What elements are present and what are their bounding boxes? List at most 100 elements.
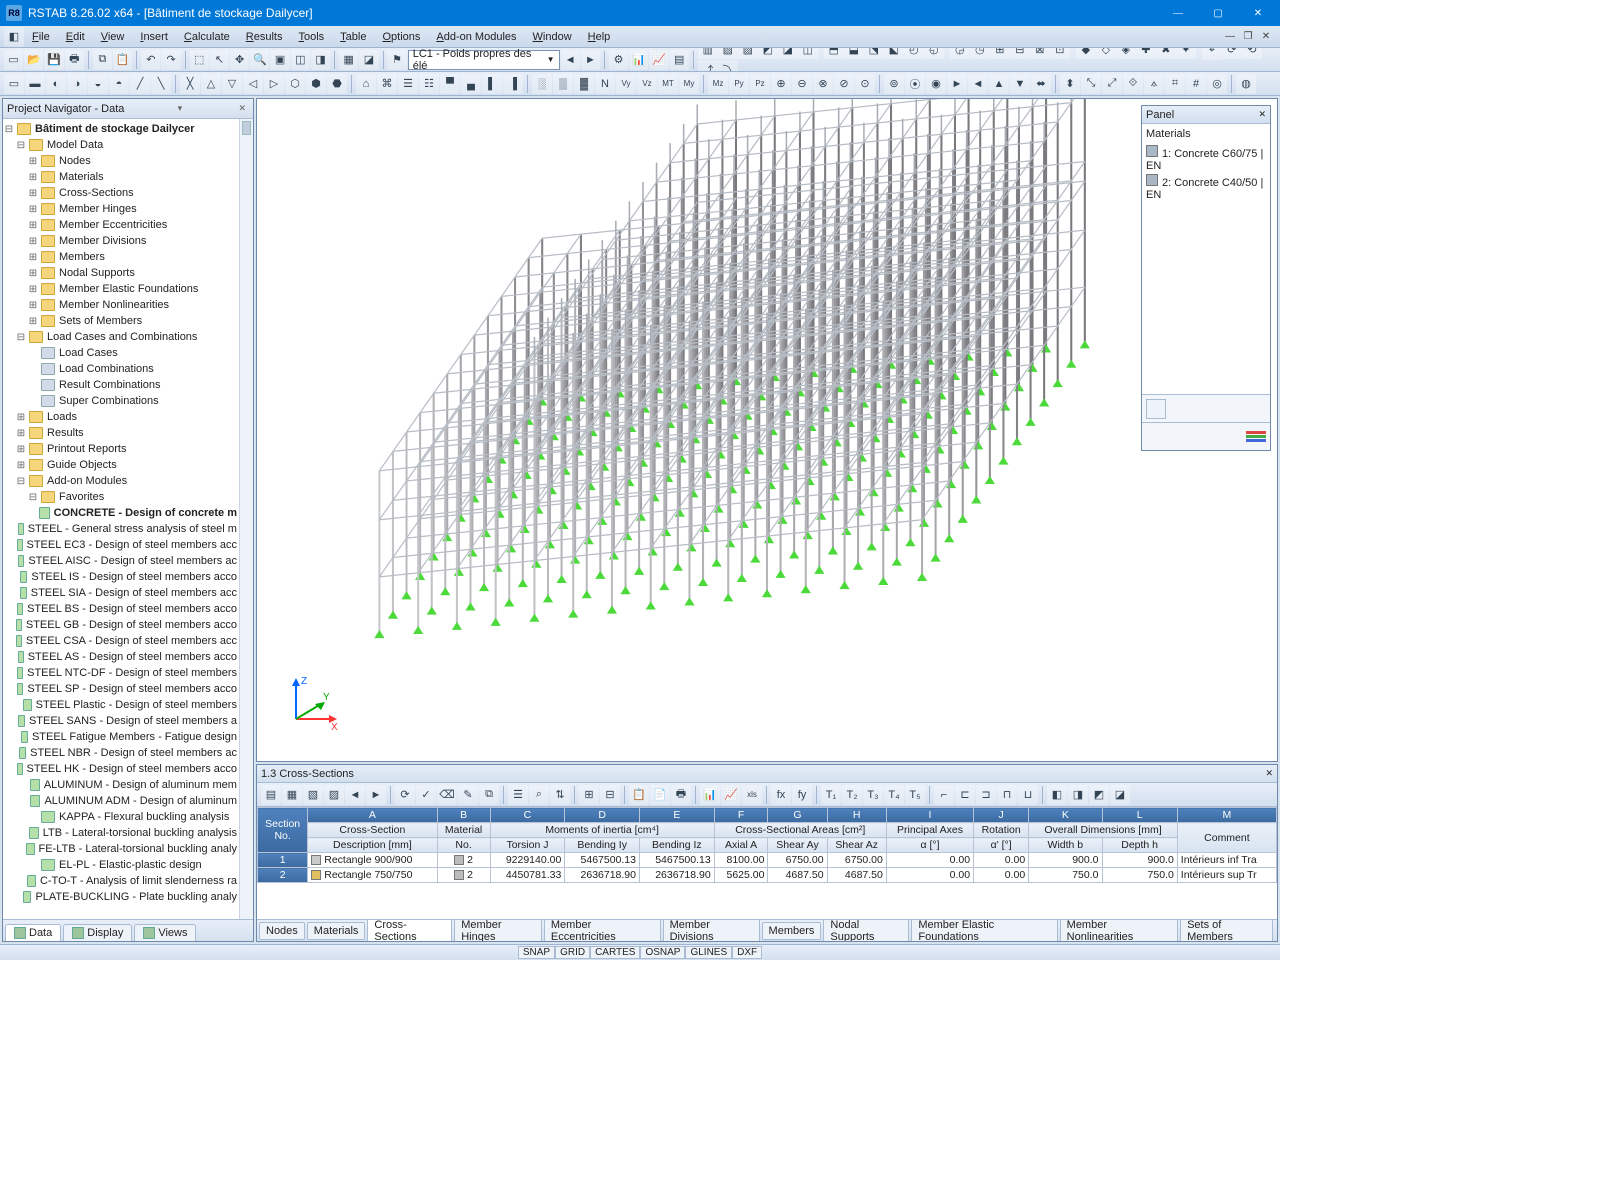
tabletool-33[interactable]: T₃ [863, 785, 883, 805]
tool1-btn-22[interactable]: ✖ [1156, 48, 1176, 59]
tree-steel-aisc-design-of-steel-mem[interactable]: STEEL AISC - Design of steel members ac [3, 553, 253, 569]
tree-aluminum-design-of-aluminum-me[interactable]: ALUMINUM - Design of aluminum mem [3, 777, 253, 793]
tree-steel-sia-design-of-steel-memb[interactable]: STEEL SIA - Design of steel members acc [3, 585, 253, 601]
tabletool-2[interactable]: ▧ [303, 785, 323, 805]
navigator-scrollbar[interactable] [239, 119, 253, 919]
loadcase-combo[interactable]: LC1 - Poids propres des élé▼ [408, 50, 560, 70]
tabletool-40[interactable]: ⊓ [997, 785, 1017, 805]
tool1-btn-26[interactable]: ⟲ [1242, 48, 1262, 59]
tabletool-41[interactable]: ⊔ [1018, 785, 1038, 805]
tree-results[interactable]: ⊞Results [3, 425, 253, 441]
tool2-btn-26[interactable]: ▓ [574, 74, 594, 94]
tree-loads[interactable]: ⊞Loads [3, 409, 253, 425]
tree-steel-sans-design-of-steel-mem[interactable]: STEEL SANS - Design of steel members a [3, 713, 253, 729]
tool2-btn-55[interactable]: ◎ [1207, 74, 1227, 94]
tool2-btn-2[interactable]: ◐ [46, 74, 66, 94]
redo-icon[interactable]: ↷ [161, 50, 180, 70]
tool2-btn-41[interactable]: ⦿ [905, 74, 925, 94]
maximize-button[interactable]: ▢ [1198, 0, 1238, 26]
tabletab-members[interactable]: Members [762, 922, 822, 940]
panel-material-item[interactable]: 1: Concrete C60/75 | EN [1146, 144, 1266, 173]
tabletool-22[interactable]: 🖶 [671, 785, 691, 805]
panel-legend-icon[interactable] [1246, 431, 1266, 443]
tool2-btn-3[interactable]: ◑ [67, 74, 87, 94]
status-snap[interactable]: SNAP [518, 946, 555, 959]
tabletool-20[interactable]: 📋 [629, 785, 649, 805]
tabletool-29[interactable]: fy [792, 785, 812, 805]
tool2-btn-45[interactable]: ▲ [989, 74, 1009, 94]
tabletab-member-divisions[interactable]: Member Divisions [663, 919, 760, 941]
tree-steel-hk-design-of-steel-membe[interactable]: STEEL HK - Design of steel members acco [3, 761, 253, 777]
navigator-pin-icon[interactable]: ▾ [175, 103, 186, 114]
menu-insert[interactable]: Insert [132, 29, 176, 45]
tool2-btn-32[interactable]: Mz [708, 74, 728, 94]
tool2-btn-48[interactable]: ⬍ [1060, 74, 1080, 94]
tree-steel-bs-design-of-steel-membe[interactable]: STEEL BS - Design of steel members acco [3, 601, 253, 617]
tree-load-cases-and-combinations[interactable]: ⊟Load Cases and Combinations [3, 329, 253, 345]
tabletool-38[interactable]: ⊏ [955, 785, 975, 805]
tabletool-28[interactable]: fx [771, 785, 791, 805]
navigator-tree[interactable]: ⊟Bâtiment de stockage Dailycer⊟Model Dat… [3, 119, 253, 919]
tabletab-nodes[interactable]: Nodes [259, 922, 305, 940]
tool1-btn-11[interactable]: ◵ [924, 48, 944, 59]
move-icon[interactable]: ✥ [230, 50, 249, 70]
tabletool-43[interactable]: ◧ [1047, 785, 1067, 805]
tabletool-44[interactable]: ◨ [1068, 785, 1088, 805]
tabletab-member-nonlinearities[interactable]: Member Nonlinearities [1060, 919, 1178, 941]
model-viewport[interactable]: Z X Y Panel✕ Materials 1: Concrete C60/7… [256, 98, 1278, 762]
close-button[interactable]: ✕ [1238, 0, 1278, 26]
tool2-btn-43[interactable]: ► [947, 74, 967, 94]
tool2-btn-21[interactable]: ▄ [461, 74, 481, 94]
tabletool-18[interactable]: ⊟ [600, 785, 620, 805]
open-icon[interactable]: 📂 [24, 50, 43, 70]
tree-steel-sp-design-of-steel-membe[interactable]: STEEL SP - Design of steel members acco [3, 681, 253, 697]
tabletab-materials[interactable]: Materials [307, 922, 366, 940]
tree-steel-as-design-of-steel-membe[interactable]: STEEL AS - Design of steel members acco [3, 649, 253, 665]
tool1-btn-28[interactable]: ⤵ [718, 60, 738, 72]
tool2-btn-27[interactable]: N [595, 74, 615, 94]
tool2-btn-40[interactable]: ⊚ [884, 74, 904, 94]
tool1-btn-3[interactable]: ◩ [758, 48, 778, 59]
tool1-btn-15[interactable]: ⊟ [1010, 48, 1030, 59]
tabletool-7[interactable]: ⟳ [395, 785, 415, 805]
tool1-btn-27[interactable]: ⤴ [698, 60, 718, 72]
navigator-close-icon[interactable]: ✕ [235, 103, 249, 114]
tool1-btn-1[interactable]: ▧ [718, 48, 738, 59]
tabletab-member-elastic-foundations[interactable]: Member Elastic Foundations [911, 919, 1057, 941]
status-grid[interactable]: GRID [555, 946, 590, 959]
mdi-minimize-icon[interactable]: — [1222, 31, 1238, 42]
tree-steel-general-stress-analysis-[interactable]: STEEL - General stress analysis of steel… [3, 521, 253, 537]
tabletool-3[interactable]: ▨ [324, 785, 344, 805]
tabletool-10[interactable]: ✎ [458, 785, 478, 805]
tree-steel-csa-design-of-steel-memb[interactable]: STEEL CSA - Design of steel members acc [3, 633, 253, 649]
tabletool-0[interactable]: ▤ [261, 785, 281, 805]
tool1-btn-20[interactable]: ◈ [1116, 48, 1136, 59]
tool1-btn-25[interactable]: ⟳ [1222, 48, 1242, 59]
tree-load-combinations[interactable]: Load Combinations [3, 361, 253, 377]
tabletool-24[interactable]: 📊 [700, 785, 720, 805]
tool2-btn-10[interactable]: ▽ [222, 74, 242, 94]
tool1-btn-17[interactable]: ⊡ [1050, 48, 1070, 59]
menu-table[interactable]: Table [332, 29, 374, 45]
menu-results[interactable]: Results [238, 29, 291, 45]
tree-steel-ec3-design-of-steel-memb[interactable]: STEEL EC3 - Design of steel members acc [3, 537, 253, 553]
tree-super-combinations[interactable]: Super Combinations [3, 393, 253, 409]
tool2-btn-18[interactable]: ☰ [398, 74, 418, 94]
tool1-btn-23[interactable]: ✦ [1176, 48, 1196, 59]
tool2-btn-15[interactable]: ⬣ [327, 74, 347, 94]
tree-member-elastic-foundations[interactable]: ⊞Member Elastic Foundations [3, 281, 253, 297]
tabletool-32[interactable]: T₂ [842, 785, 862, 805]
tool1-btn-16[interactable]: ⊠ [1030, 48, 1050, 59]
tree-aluminum-adm-design-of-aluminu[interactable]: ALUMINUM ADM - Design of aluminum [3, 793, 253, 809]
tree-add-on-modules[interactable]: ⊟Add-on Modules [3, 473, 253, 489]
tabletool-25[interactable]: 📈 [721, 785, 741, 805]
tool2-btn-0[interactable]: ▭ [4, 74, 24, 94]
tool2-btn-19[interactable]: ☷ [419, 74, 439, 94]
lc-icon[interactable]: ⚑ [387, 50, 406, 70]
tree-materials[interactable]: ⊞Materials [3, 169, 253, 185]
minimize-button[interactable]: — [1158, 0, 1198, 26]
graph-icon[interactable]: 📈 [649, 50, 668, 70]
tabletool-21[interactable]: 📄 [650, 785, 670, 805]
navtab-display[interactable]: Display [63, 924, 132, 941]
menu-help[interactable]: Help [580, 29, 619, 45]
